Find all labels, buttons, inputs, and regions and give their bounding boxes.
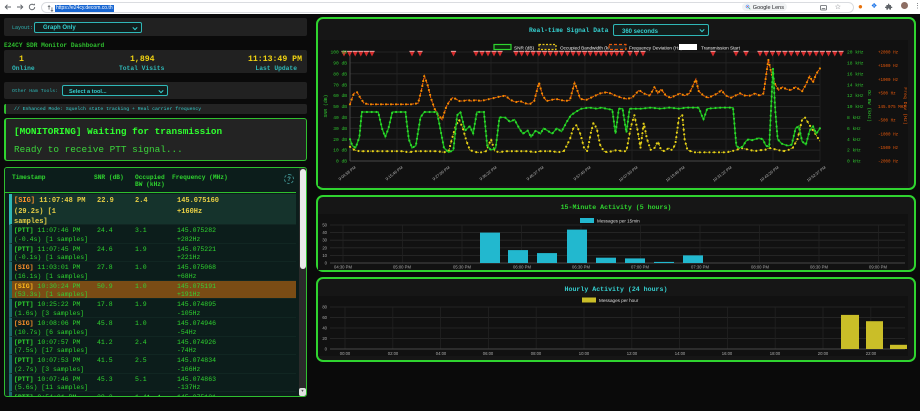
svg-text:50: 50 [322, 223, 327, 228]
svg-text:6 kHz: 6 kHz [847, 126, 861, 132]
svg-text:05:00 PM: 05:00 PM [393, 265, 411, 270]
svg-text:70 dB: 70 dB [333, 82, 347, 88]
svg-text:18:00: 18:00 [770, 351, 781, 356]
svg-text:8 kHz: 8 kHz [847, 115, 861, 121]
svg-text:SNR (dB): SNR (dB) [514, 45, 534, 50]
svg-text:16:00: 16:00 [722, 351, 733, 356]
svg-text:06:00 PM: 06:00 PM [513, 265, 531, 270]
svg-text:40: 40 [322, 230, 327, 235]
svg-text:2 kHz: 2 kHz [847, 148, 861, 154]
svg-text:50 dB: 50 dB [333, 104, 347, 110]
svg-text:14 kHz: 14 kHz [847, 82, 864, 88]
svg-text:12:00: 12:00 [627, 351, 638, 356]
svg-text:60: 60 [322, 315, 327, 320]
svg-text:145.075 MHz: 145.075 MHz [878, 106, 906, 110]
svg-text:30: 30 [322, 238, 327, 243]
svg-text:40: 40 [322, 326, 327, 331]
svg-text:22:00: 22:00 [866, 351, 877, 356]
svg-text:20: 20 [322, 336, 327, 341]
svg-text:20 dB: 20 dB [333, 137, 347, 143]
svg-text:08:00 PM: 08:00 PM [751, 265, 769, 270]
svg-text:100 dB: 100 dB [330, 50, 347, 56]
svg-text:02:00: 02:00 [388, 351, 399, 356]
svg-text:Transmission Start: Transmission Start [701, 45, 741, 50]
svg-text:0 dB: 0 dB [336, 159, 347, 165]
svg-text:80 dB: 80 dB [333, 71, 347, 77]
svg-text:12 kHz: 12 kHz [847, 93, 864, 99]
svg-text:20:00: 20:00 [818, 351, 829, 356]
svg-text:09:00 PM: 09:00 PM [869, 265, 887, 270]
svg-text:80: 80 [322, 305, 327, 310]
svg-text:Messages per hour: Messages per hour [599, 298, 639, 303]
svg-text:14:00: 14:00 [675, 351, 686, 356]
svg-text:10 kHz: 10 kHz [847, 104, 864, 110]
svg-text:0 kHz: 0 kHz [847, 159, 861, 165]
svg-text:06:00: 06:00 [483, 351, 494, 356]
svg-text:08:00: 08:00 [531, 351, 542, 356]
svg-text:+500 Hz: +500 Hz [878, 93, 896, 97]
svg-text:-1500 Hz: -1500 Hz [878, 147, 899, 151]
svg-text:4 kHz: 4 kHz [847, 137, 861, 143]
svg-text:Frequency Deviation (Hz): Frequency Deviation (Hz) [629, 45, 683, 50]
svg-text:07:30 PM: 07:30 PM [691, 265, 709, 270]
svg-text:+2000 Hz: +2000 Hz [878, 52, 899, 56]
svg-text:20: 20 [322, 245, 327, 250]
svg-text:Freq Dev (Hz): Freq Dev (Hz) [902, 87, 908, 125]
svg-text:60 dB: 60 dB [333, 93, 347, 99]
svg-text:04:30 PM: 04:30 PM [334, 265, 352, 270]
svg-text:06:30 PM: 06:30 PM [572, 265, 590, 270]
svg-text:-1000 Hz: -1000 Hz [878, 133, 899, 137]
svg-text:-2000 Hz: -2000 Hz [878, 161, 899, 165]
svg-text:30 dB: 30 dB [333, 126, 347, 132]
svg-text:10:00: 10:00 [579, 351, 590, 356]
svg-text:10 dB: 10 dB [333, 148, 347, 154]
svg-text:08:30 PM: 08:30 PM [810, 265, 828, 270]
svg-text:+1500 Hz: +1500 Hz [878, 65, 899, 69]
svg-text:16 kHz: 16 kHz [847, 71, 864, 77]
svg-text:18 kHz: 18 kHz [847, 61, 864, 67]
svg-text:00:00: 00:00 [340, 351, 351, 356]
svg-text:05:30 PM: 05:30 PM [453, 265, 471, 270]
svg-text:-500 Hz: -500 Hz [878, 120, 896, 124]
svg-text:+1000 Hz: +1000 Hz [878, 79, 899, 83]
svg-text:Oc BW (kHz): Oc BW (kHz) [866, 90, 872, 122]
svg-text:04:00: 04:00 [436, 351, 447, 356]
svg-text:10: 10 [322, 253, 327, 258]
svg-text:Occupied Bandwidth (kHz): Occupied Bandwidth (kHz) [560, 45, 616, 50]
svg-text:07:00 PM: 07:00 PM [631, 265, 649, 270]
svg-text:20 kHz: 20 kHz [847, 50, 864, 56]
svg-text:40 dB: 40 dB [333, 115, 347, 121]
svg-text:Messages per 15min: Messages per 15min [597, 219, 640, 224]
svg-text:90 dB: 90 dB [333, 61, 347, 67]
svg-text:SNR (dB): SNR (dB) [323, 94, 329, 117]
